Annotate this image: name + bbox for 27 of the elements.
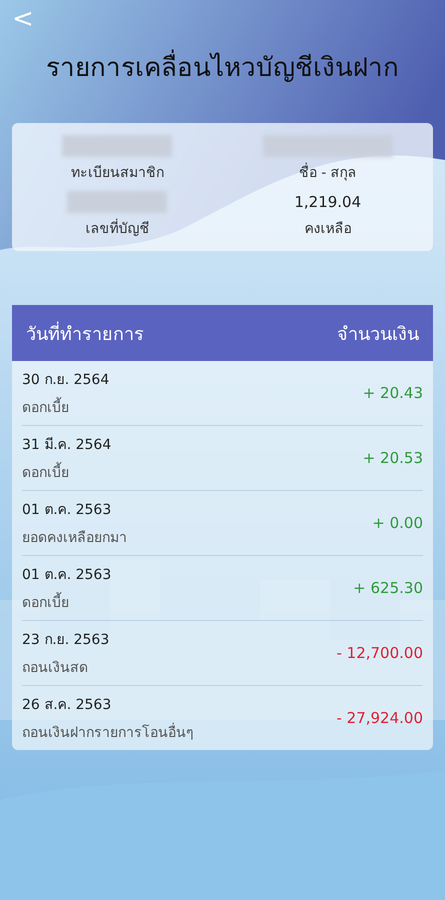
page-title: รายการเคลื่อนไหวบัญชีเงินฝาก [12, 46, 433, 87]
transaction-date: 26 ส.ค. 2563 [22, 696, 112, 715]
transaction-description: ดอกเบี้ย [22, 461, 112, 483]
field-label: ชื่อ - สกุล [298, 161, 357, 183]
transaction-description: ดอกเบี้ย [22, 396, 110, 418]
transaction-description: ยอดคงเหลือยกมา [22, 529, 127, 548]
column-header: จำนวนเงิน [337, 322, 419, 346]
transaction-amount: - 12,700.00 [336, 644, 423, 662]
transaction-amount: - 27,924.00 [336, 709, 423, 727]
balance-value: 1,219.04 [294, 192, 362, 213]
transaction-description: ถอนเงินฝากรายการโอนอื่นๆ [22, 721, 194, 743]
field-label: เลขที่บัญชี [85, 217, 150, 239]
transaction-date: 31 มี.ค. 2564 [22, 436, 112, 455]
back-button[interactable]: < [12, 0, 34, 32]
transaction-amount: + 625.30 [353, 579, 423, 597]
transaction-description: ดอกเบี้ย [22, 591, 112, 613]
transaction-date: 23 ก.ย. 2563 [22, 631, 110, 650]
transaction-date: 01 ต.ค. 2563 [22, 501, 112, 520]
transaction-date: 01 ต.ค. 2563 [22, 566, 112, 585]
field-label: คงเหลือ [304, 220, 352, 239]
transaction-amount: + 0.00 [372, 514, 423, 532]
column-header: วันที่ทำรายการ [26, 320, 144, 346]
transaction-description: ถอนเงินสด [22, 659, 89, 678]
transaction-date: 30 ก.ย. 2564 [22, 371, 110, 390]
field-label: ทะเบียนสมาชิก [70, 164, 164, 183]
transaction-amount: + 20.43 [362, 384, 423, 402]
transaction-amount: + 20.53 [362, 449, 423, 467]
